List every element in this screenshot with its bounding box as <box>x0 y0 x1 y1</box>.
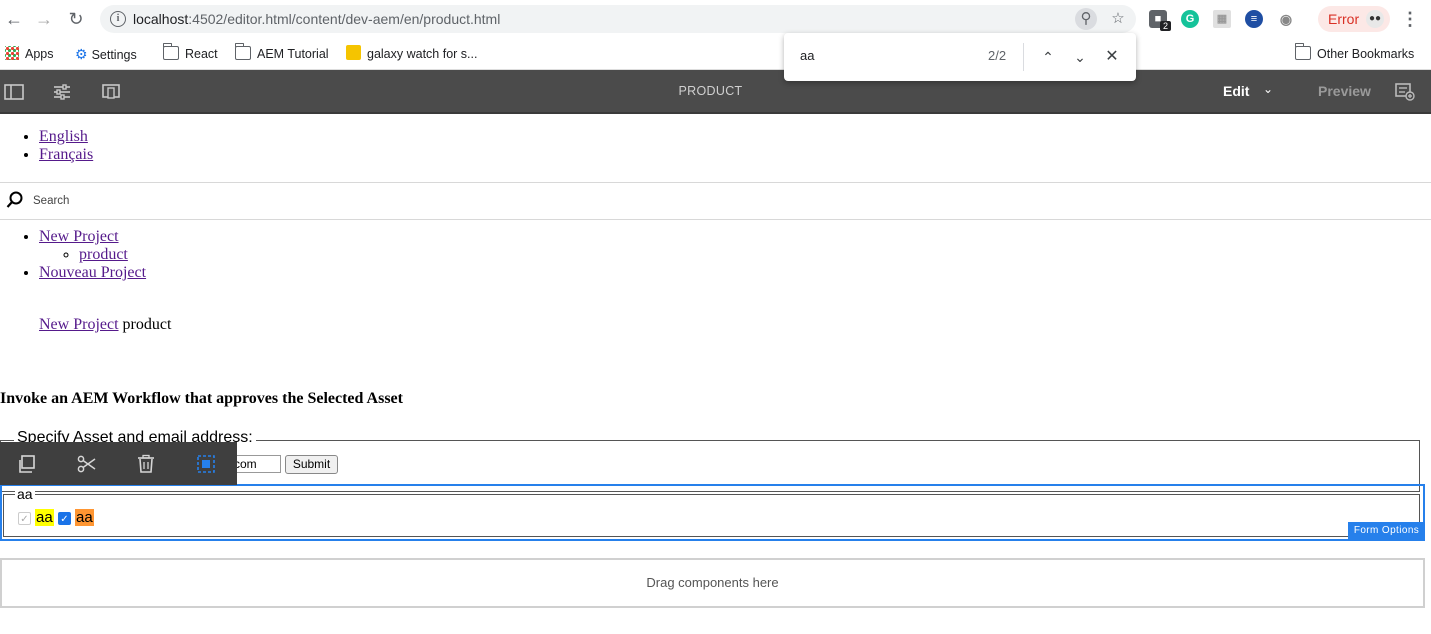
site-info-icon[interactable]: i <box>110 11 126 27</box>
bookmark-star-icon[interactable]: ☆ <box>1107 8 1129 30</box>
bookmark-react[interactable]: React <box>162 43 218 64</box>
menu-kebab-icon[interactable]: ⋮ <box>1401 8 1419 30</box>
bookmarks-bar: Apps ⚙ Settings React AEM Tutorial galaxy… <box>0 38 1431 70</box>
extension-badge: 2 <box>1160 21 1172 31</box>
bookmark-label: galaxy watch for s... <box>367 47 478 61</box>
avatar: ●● <box>1366 10 1384 28</box>
preview-button[interactable]: Preview <box>1318 83 1371 99</box>
checkbox-option-2[interactable]: ✓ <box>58 512 71 525</box>
folder-icon <box>234 43 251 60</box>
nav-link-product[interactable]: product <box>79 246 128 263</box>
checkbox-option-1[interactable]: ✓ <box>18 512 31 525</box>
sub-navigation-list: product <box>39 246 146 264</box>
divider <box>0 219 1431 220</box>
other-bookmarks-label: Other Bookmarks <box>1317 47 1415 61</box>
apps-grid-icon <box>5 46 19 60</box>
email-field[interactable]: com <box>230 455 281 473</box>
option-label-1: aa <box>35 509 54 526</box>
reload-icon[interactable]: ↻ <box>65 8 87 30</box>
close-icon[interactable]: ✕ <box>1100 45 1124 69</box>
checkbox-fieldset <box>3 494 1420 537</box>
nav-link-new-project[interactable]: New Project <box>39 228 119 245</box>
delete-trash-icon[interactable] <box>136 454 156 474</box>
find-input[interactable]: aa <box>800 48 814 63</box>
chevron-up-icon[interactable]: ⌃ <box>1036 45 1060 69</box>
search-input[interactable]: Search <box>33 195 69 207</box>
language-link-english[interactable]: English <box>39 128 88 145</box>
breadcrumb-link-new-project[interactable]: New Project <box>39 316 119 333</box>
bookmark-galaxy-watch[interactable]: galaxy watch for s... <box>346 44 477 64</box>
extension-circle-icon[interactable]: ≡ <box>1245 10 1263 28</box>
workflow-heading: Invoke an AEM Workflow that approves the… <box>0 390 403 407</box>
browser-toolbar: ← → ↻ i localhost:4502/editor.html/conte… <box>0 0 1431 38</box>
forward-icon[interactable]: → <box>33 8 55 30</box>
bookmark-label: React <box>185 47 218 61</box>
list-item: English <box>39 128 93 146</box>
folder-icon <box>1294 43 1311 60</box>
chevron-down-icon[interactable]: ⌄ <box>1068 45 1092 69</box>
list-item: Nouveau Project <box>39 264 146 282</box>
language-list: English Français <box>0 128 93 164</box>
folder-icon <box>162 43 179 60</box>
bookmark-settings[interactable]: ⚙ Settings <box>75 44 137 64</box>
bookmark-aem-tutorial[interactable]: AEM Tutorial <box>234 43 329 64</box>
form-options-badge[interactable]: Form Options <box>1348 522 1425 540</box>
bookmark-label: AEM Tutorial <box>257 47 329 61</box>
find-match-count: 2/2 <box>988 48 1007 63</box>
camera-icon[interactable]: ◉ <box>1277 10 1295 28</box>
component-action-toolbar <box>0 442 237 485</box>
chevron-down-icon[interactable]: ⌄ <box>1263 82 1273 96</box>
grammarly-icon[interactable]: G <box>1181 10 1199 28</box>
breadcrumb-current: product <box>122 316 172 333</box>
gear-icon: ⚙ <box>75 46 88 62</box>
bookmark-label: Apps <box>25 47 54 61</box>
annotate-icon[interactable] <box>1395 83 1415 101</box>
search-bar[interactable]: Search <box>0 183 1431 219</box>
extension-grid-icon[interactable]: ▦ <box>1213 10 1231 28</box>
component-drop-zone[interactable]: Drag components here <box>0 558 1425 608</box>
error-label: Error <box>1328 11 1360 27</box>
language-link-french[interactable]: Français <box>39 146 93 163</box>
navigation-list: New Project product Nouveau Project <box>0 228 146 282</box>
bookmark-apps[interactable]: Apps <box>5 44 54 64</box>
search-icon[interactable] <box>6 191 24 209</box>
url-text[interactable]: localhost:4502/editor.html/content/dev-a… <box>133 11 500 27</box>
back-icon[interactable]: ← <box>3 8 25 30</box>
checkbox-legend: aa <box>15 486 35 502</box>
site-favicon-icon <box>346 45 361 60</box>
address-bar[interactable]: i localhost:4502/editor.html/content/dev… <box>100 5 1136 33</box>
edit-mode-button[interactable]: Edit <box>1223 83 1249 99</box>
submit-button[interactable]: Submit <box>285 455 338 474</box>
list-item: product <box>79 246 146 264</box>
cut-icon[interactable] <box>77 454 97 474</box>
find-in-page-icon[interactable]: ⚲ <box>1075 8 1097 30</box>
list-item: Français <box>39 146 93 164</box>
page-title: PRODUCT <box>678 84 743 98</box>
find-in-page-bar: aa 2/2 ⌃ ⌄ ✕ <box>784 33 1136 81</box>
list-item: New Project product <box>39 228 146 264</box>
breadcrumb: New Project product <box>39 316 171 334</box>
copy-icon[interactable] <box>17 454 37 474</box>
bookmark-label: Settings <box>91 48 137 62</box>
aem-editor-toolbar: PRODUCT Edit ⌄ Preview <box>0 70 1431 114</box>
nav-link-nouveau-project[interactable]: Nouveau Project <box>39 264 146 281</box>
other-bookmarks[interactable]: Other Bookmarks <box>1294 43 1415 64</box>
profile-error-button[interactable]: Error ●● <box>1318 6 1390 32</box>
find-divider <box>1023 43 1024 71</box>
select-parent-icon[interactable] <box>196 454 216 474</box>
option-label-2: aa <box>75 509 94 526</box>
